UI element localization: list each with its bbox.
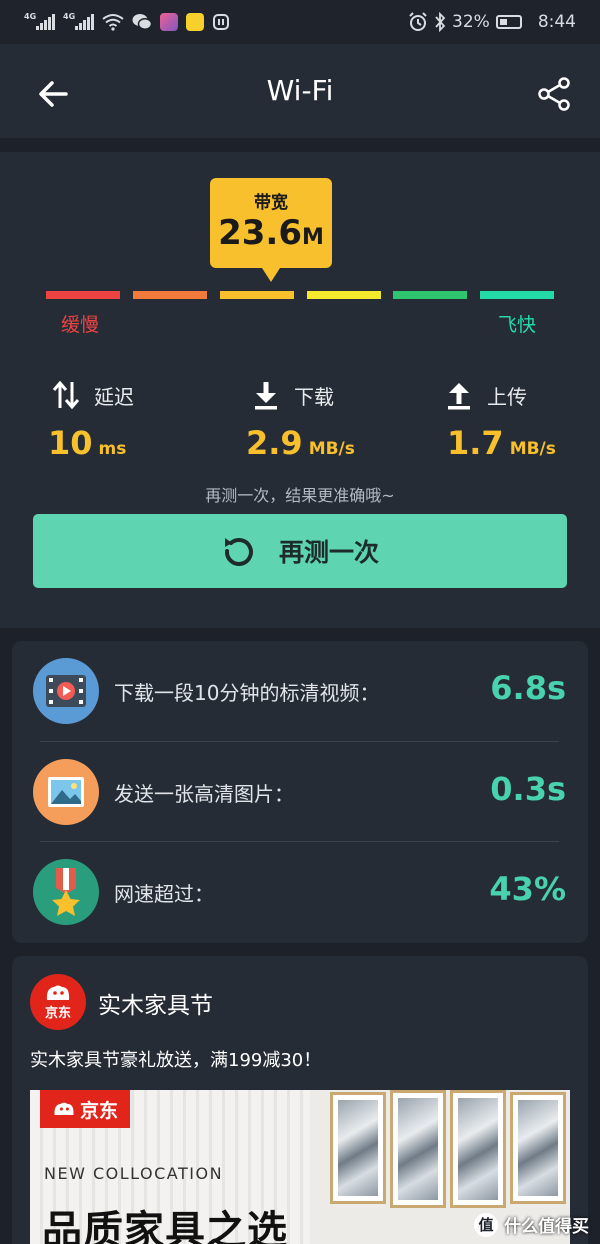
wifi-icon <box>102 14 124 31</box>
jd-logo-text: 京东 <box>44 1005 71 1021</box>
ad-image-headline: 品质家具之选 <box>42 1208 288 1244</box>
refresh-icon <box>224 537 253 566</box>
alarm-icon <box>409 12 427 31</box>
upload-number: 1.7 <box>447 424 504 462</box>
wechat-icon <box>132 14 152 30</box>
stat-icon-circle-2 <box>33 759 99 825</box>
latency-metric: 延迟 <box>52 380 134 410</box>
app-header: Wi-Fi <box>0 44 600 138</box>
wall-art-frame-2 <box>390 1090 446 1208</box>
download-unit: MB/s <box>308 439 355 459</box>
wall-art-frame-4 <box>510 1092 566 1204</box>
stat-value-video: 6.8s <box>490 669 566 707</box>
page-title: Wi-Fi <box>266 74 334 107</box>
speed-scale-segment-3 <box>220 291 294 299</box>
stat-label-picture: 发送一张高清图片： <box>114 782 294 806</box>
bluetooth-icon <box>435 12 446 32</box>
watermark-icon: 值 <box>474 1212 498 1237</box>
ad-card[interactable]: 京东 实木家具节 实木家具节豪礼放送，满199减30！ 京东 NEW COLLO… <box>12 956 588 1244</box>
bandwidth-label: 带宽 <box>254 193 288 213</box>
bandwidth-bubble: 带宽 23.6M <box>210 178 332 282</box>
fast-label: 飞快 <box>498 314 537 336</box>
latency-value: 10 ms <box>48 424 126 462</box>
bandwidth-unit: M <box>301 225 324 250</box>
upload-unit: MB/s <box>509 439 556 459</box>
watermark: 值 什么值得买 <box>474 1212 589 1237</box>
jd-banner-text: 京东 <box>79 1099 118 1122</box>
picture-icon <box>48 777 84 807</box>
download-icon <box>255 382 277 410</box>
app-notification-icon-2 <box>186 13 204 31</box>
upload-metric: 上传 <box>445 380 527 410</box>
stat-label-video: 下载一段10分钟的标清视频： <box>114 681 380 705</box>
speed-scale-segment-4 <box>307 291 381 299</box>
battery-icon <box>495 15 522 29</box>
wall-art-frame-1 <box>330 1092 386 1204</box>
speed-test-panel: 带宽 23.6M 缓慢 飞快 延迟 下载 上传 10 ms 2.9 MB/s 1.7… <box>0 152 600 628</box>
stat-row-rank: 网速超过： 43% <box>12 842 588 942</box>
share-icon[interactable] <box>534 74 574 114</box>
retest-button-label: 再测一次 <box>278 538 379 567</box>
speed-scale-segment-6 <box>480 291 554 299</box>
medal-icon <box>52 868 80 916</box>
download-metric: 下载 <box>252 380 334 410</box>
upload-value: 1.7 MB/s <box>447 424 556 462</box>
stats-card: 下载一段10分钟的标清视频： 6.8s 发送一张高清图片： 0.3s 网速超过：… <box>12 641 588 943</box>
bandwidth-value: 23.6M <box>210 213 332 258</box>
ad-text: 实木家具节豪礼放送，满199减30！ <box>30 1050 322 1071</box>
cell-signal-icon: 4G <box>24 12 55 30</box>
stat-label-rank: 网速超过： <box>114 882 214 906</box>
retest-hint: 再测一次，结果更准确哦~ <box>205 486 395 505</box>
ad-title: 实木家具节 <box>98 993 213 1019</box>
slow-label: 缓慢 <box>61 314 100 336</box>
jd-logo-icon: 京东 <box>30 974 86 1030</box>
speed-scale-segment-5 <box>393 291 467 299</box>
app-notification-icon <box>160 13 178 31</box>
jd-dog-icon <box>54 1102 74 1115</box>
retest-button[interactable]: 再测一次 <box>33 514 567 588</box>
network-type-label: 4G <box>24 12 37 21</box>
stat-row-picture: 发送一张高清图片： 0.3s <box>12 742 588 842</box>
network-type-label-2: 4G <box>63 12 76 21</box>
status-bar: 4G 4G 32% 8:44 <box>0 0 600 44</box>
latency-arrows-icon <box>52 380 80 410</box>
stat-icon-circle-3 <box>33 859 99 925</box>
latency-number: 10 <box>48 424 93 462</box>
video-icon <box>46 675 86 707</box>
bandwidth-number: 23.6 <box>218 213 302 253</box>
clock: 8:44 <box>537 12 576 32</box>
mi-icon <box>213 14 229 30</box>
battery-percent: 32% <box>452 12 490 32</box>
download-number: 2.9 <box>246 424 303 462</box>
latency-unit: ms <box>98 439 127 459</box>
jd-dog-icon <box>46 985 70 1000</box>
speed-scale-segment-2 <box>133 291 207 299</box>
ad-image-subtitle: NEW COLLOCATION <box>44 1164 224 1183</box>
stat-value-rank: 43% <box>489 870 566 908</box>
download-label: 下载 <box>294 384 334 409</box>
upload-label: 上传 <box>487 384 527 409</box>
upload-icon <box>448 383 470 410</box>
stat-value-picture: 0.3s <box>490 770 566 808</box>
stat-row-video: 下载一段10分钟的标清视频： 6.8s <box>12 641 588 741</box>
stat-icon-circle-1 <box>33 658 99 724</box>
cell-signal-icon-2: 4G <box>63 12 94 30</box>
latency-label: 延迟 <box>94 384 134 409</box>
jd-banner-tag: 京东 <box>40 1090 130 1128</box>
watermark-text: 什么值得买 <box>504 1217 589 1237</box>
speed-scale-segment-1 <box>46 291 120 299</box>
download-value: 2.9 MB/s <box>246 424 355 462</box>
wall-art-frame-3 <box>450 1090 506 1208</box>
